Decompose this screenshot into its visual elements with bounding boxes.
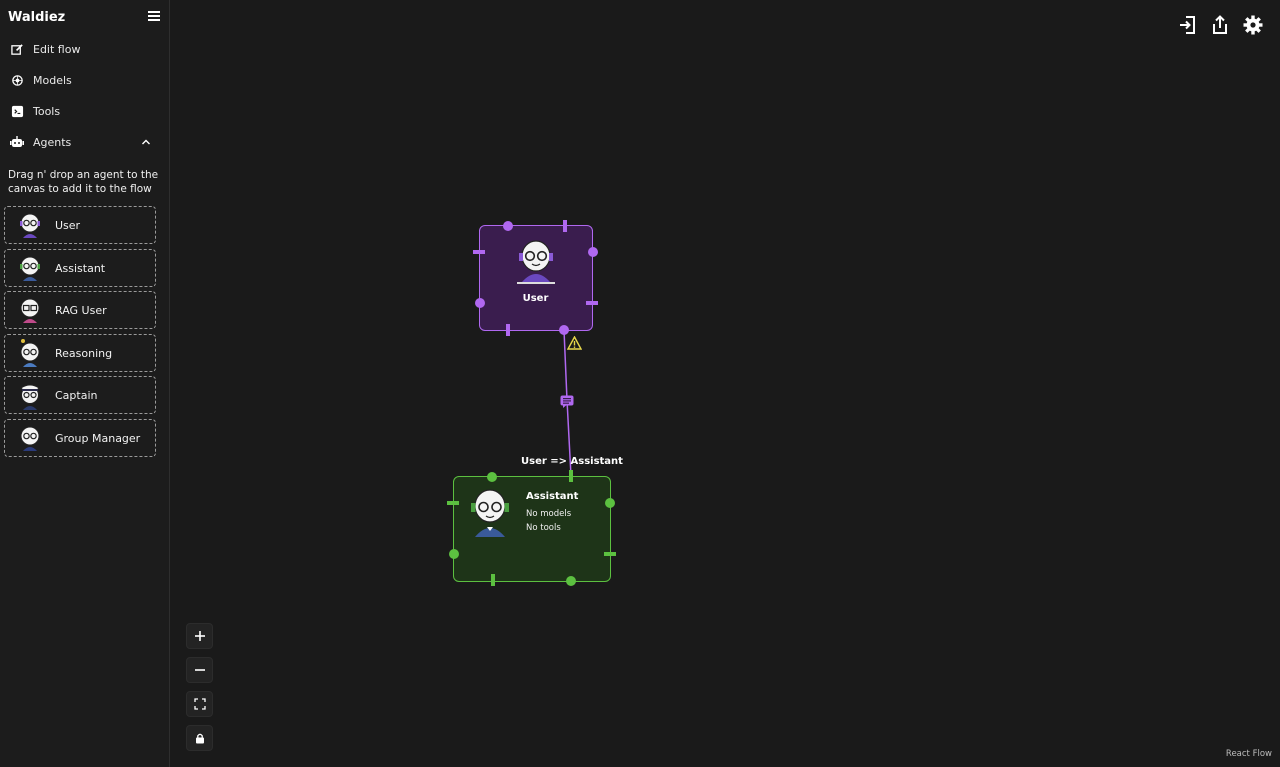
user-avatar-icon [517, 240, 555, 284]
handle-user-bottom-target[interactable] [506, 324, 510, 336]
nav-label: Edit flow [33, 42, 81, 56]
nav-models[interactable]: Models [10, 70, 158, 90]
user-avatar-icon [20, 213, 40, 238]
node-title: Assistant [526, 491, 579, 502]
node-user[interactable]: User [479, 225, 593, 331]
node-title: User [522, 293, 549, 304]
handle-user-top-target[interactable] [563, 220, 567, 232]
handle-assistant-left[interactable] [449, 549, 459, 559]
agent-card-label: RAG User [55, 303, 107, 317]
assistant-avatar-icon [471, 489, 509, 537]
handle-user-left[interactable] [475, 298, 485, 308]
zoom-out-button[interactable] [186, 657, 213, 683]
lock-icon [195, 733, 204, 744]
agent-card-label: Captain [55, 388, 98, 402]
node-models: No models [526, 509, 572, 519]
handle-assistant-left-target[interactable] [447, 501, 459, 505]
lock-button[interactable] [186, 725, 213, 751]
edge-label[interactable]: User => Assistant [521, 456, 623, 467]
agent-card-user[interactable]: User [4, 206, 156, 244]
assistant-avatar-icon [20, 256, 40, 281]
node-assistant[interactable]: Assistant No models No tools [453, 476, 611, 582]
agent-card-group-manager[interactable]: Group Manager [4, 419, 156, 457]
handle-user-right-target[interactable] [586, 301, 598, 305]
node-tools: No tools [526, 523, 561, 533]
nav-tools[interactable]: Tools [10, 101, 158, 121]
agent-card-label: Reasoning [55, 346, 113, 360]
agent-card-rag-user[interactable]: RAG User [4, 291, 156, 329]
agent-card-label: User [55, 218, 81, 232]
nav-label: Models [33, 73, 72, 87]
app-title: Waldiez [8, 10, 66, 25]
reasoning-avatar-icon [20, 339, 40, 367]
react-flow-attribution[interactable]: React Flow [1226, 749, 1272, 759]
handle-assistant-right-target[interactable] [604, 552, 616, 556]
models-icon [10, 73, 24, 87]
handle-user-left-target[interactable] [473, 250, 485, 254]
handle-user-top[interactable] [503, 221, 513, 231]
agent-card-assistant[interactable]: Assistant [4, 249, 156, 287]
settings-icon[interactable] [1242, 14, 1264, 36]
captain-avatar-icon [20, 384, 40, 410]
agent-card-label: Assistant [55, 261, 106, 275]
handle-assistant-bottom[interactable] [566, 576, 576, 586]
export-icon[interactable] [1209, 14, 1231, 36]
rag-user-avatar-icon [20, 298, 40, 323]
agent-card-captain[interactable]: Captain [4, 376, 156, 414]
nav-edit-flow[interactable]: Edit flow [10, 39, 158, 59]
sidebar: Waldiez Edit flow Models Tools Agents Dr… [0, 0, 170, 767]
menu-icon[interactable] [146, 8, 162, 24]
nav-agents[interactable]: Agents [10, 132, 158, 152]
group-manager-avatar-icon [20, 426, 40, 451]
handle-assistant-bottom-target[interactable] [491, 574, 495, 586]
handle-assistant-top[interactable] [487, 472, 497, 482]
flow-canvas[interactable] [171, 0, 1280, 767]
terminal-icon [10, 104, 24, 118]
handle-assistant-right[interactable] [605, 498, 615, 508]
import-icon[interactable] [1177, 14, 1199, 36]
agent-card-label: Group Manager [55, 431, 141, 445]
fit-view-icon [193, 698, 206, 710]
handle-assistant-top-target[interactable] [569, 470, 573, 482]
robot-icon [10, 135, 24, 149]
warning-icon[interactable] [567, 336, 582, 350]
agent-card-reasoning[interactable]: Reasoning [4, 334, 156, 372]
nav-label: Agents [33, 135, 72, 149]
fit-view-button[interactable] [186, 691, 213, 717]
zoom-in-button[interactable] [186, 623, 213, 649]
handle-user-right[interactable] [588, 247, 598, 257]
plus-icon [194, 631, 205, 641]
minus-icon [194, 669, 205, 671]
nav-label: Tools [33, 104, 61, 118]
chat-icon[interactable] [560, 395, 574, 408]
handle-user-bottom[interactable] [559, 325, 569, 335]
edit-icon [10, 42, 24, 56]
drag-hint: Drag n' drop an agent to the canvas to a… [8, 169, 159, 195]
chevron-up-icon[interactable] [140, 136, 152, 148]
